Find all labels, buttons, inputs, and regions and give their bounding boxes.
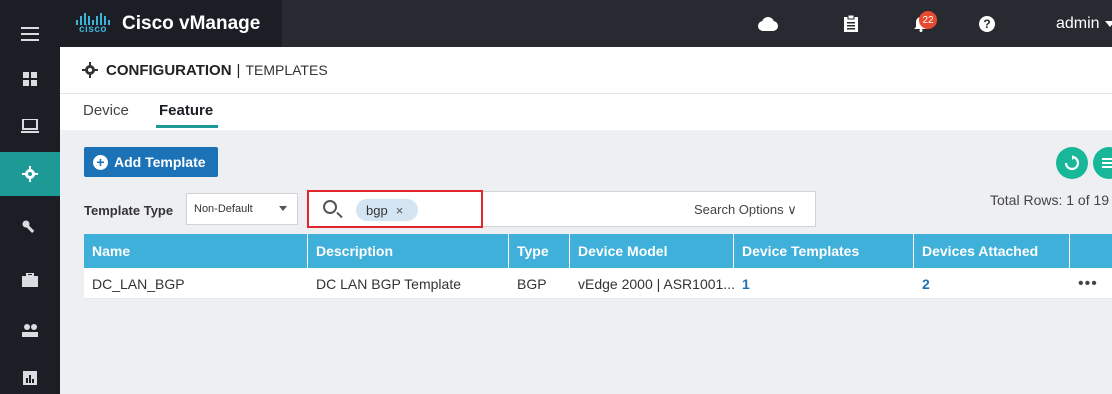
cell-type: BGP xyxy=(517,275,547,292)
cell-device-model: vEdge 2000 | ASR1001... xyxy=(578,275,734,292)
vmanage-app: cisco Cisco vManage 22 ? admin CONFIGURA… xyxy=(0,0,1112,394)
template-tabs: Device Feature xyxy=(60,94,1112,130)
chevron-down-icon xyxy=(1104,20,1112,27)
template-type-label: Template Type xyxy=(84,203,174,218)
configuration-gear-icon xyxy=(82,62,98,78)
notifications-bell-icon[interactable]: 22 xyxy=(906,0,937,47)
caret-down-icon xyxy=(279,206,287,211)
table-row[interactable]: DC_LAN_BGP DC LAN BGP Template BGP vEdge… xyxy=(84,268,1112,299)
administration-users-icon[interactable] xyxy=(0,308,60,352)
template-type-select[interactable]: Non-Default xyxy=(186,193,298,225)
task-clipboard-icon[interactable] xyxy=(836,0,866,47)
cell-name: DC_LAN_BGP xyxy=(92,275,185,292)
notifications-badge: 22 xyxy=(919,11,937,29)
add-template-label: Add Template xyxy=(114,154,206,170)
title-separator: | xyxy=(236,61,241,79)
column-header-device-model[interactable]: Device Model xyxy=(570,234,734,268)
page-title-bar: CONFIGURATION | TEMPLATES xyxy=(60,47,1112,94)
cell-devices-attached-link[interactable]: 2 xyxy=(914,268,1070,299)
cisco-logo: cisco xyxy=(76,12,110,35)
column-header-devices-attached[interactable]: Devices Attached xyxy=(914,234,1070,268)
add-template-button[interactable]: + Add Template xyxy=(84,147,218,177)
table-header: Name Description Type Device Model Devic… xyxy=(84,234,1112,268)
column-header-description[interactable]: Description xyxy=(308,234,509,268)
templates-table: Name Description Type Device Model Devic… xyxy=(84,234,1112,299)
chevron-down-icon: ∨ xyxy=(787,202,797,217)
column-header-actions xyxy=(1070,234,1112,268)
user-menu[interactable]: admin xyxy=(1056,0,1112,47)
user-name: admin xyxy=(1056,14,1100,32)
search-highlight-box xyxy=(307,190,483,228)
app-title: Cisco vManage xyxy=(122,12,261,34)
page-subtitle: TEMPLATES xyxy=(245,62,328,78)
help-icon[interactable]: ? xyxy=(972,0,1002,47)
svg-text:?: ? xyxy=(983,17,990,31)
cloud-icon[interactable] xyxy=(752,0,782,47)
refresh-icon xyxy=(1064,155,1080,171)
column-header-device-templates[interactable]: Device Templates xyxy=(734,234,914,268)
plus-circle-icon: + xyxy=(93,154,108,170)
table-menu-button[interactable] xyxy=(1093,147,1112,179)
list-icon xyxy=(1102,158,1112,168)
template-type-value: Non-Default xyxy=(194,203,253,215)
search-options-label: Search Options xyxy=(694,202,784,217)
active-tab-indicator xyxy=(156,125,218,128)
tools-wrench-icon[interactable] xyxy=(0,206,60,250)
cell-device-templates-link[interactable]: 1 xyxy=(734,268,914,299)
cell-description: DC LAN BGP Template xyxy=(316,275,461,292)
tab-device[interactable]: Device xyxy=(83,102,129,119)
main-content: + Add Template Template Type Non-Default… xyxy=(60,130,1112,394)
refresh-button[interactable] xyxy=(1056,147,1088,179)
analytics-chart-icon[interactable] xyxy=(0,356,60,394)
tab-feature[interactable]: Feature xyxy=(159,102,213,119)
maintenance-briefcase-icon[interactable] xyxy=(0,258,60,302)
top-bar: cisco Cisco vManage 22 ? admin xyxy=(60,0,1112,47)
column-header-name[interactable]: Name xyxy=(84,234,308,268)
column-header-type[interactable]: Type xyxy=(509,234,570,268)
configuration-gear-icon[interactable] xyxy=(0,152,60,196)
search-options-toggle[interactable]: Search Options ∨ xyxy=(694,202,797,218)
brand[interactable]: cisco Cisco vManage xyxy=(60,0,282,47)
monitor-laptop-icon[interactable] xyxy=(0,104,60,148)
left-nav-rail xyxy=(0,0,60,394)
page-title: CONFIGURATION xyxy=(106,61,232,79)
row-actions-more-icon[interactable]: ••• xyxy=(1078,275,1098,293)
dashboard-grid-icon[interactable] xyxy=(0,57,60,101)
total-rows: Total Rows: 1 of 19 xyxy=(990,192,1110,208)
menu-icon[interactable] xyxy=(0,12,60,56)
